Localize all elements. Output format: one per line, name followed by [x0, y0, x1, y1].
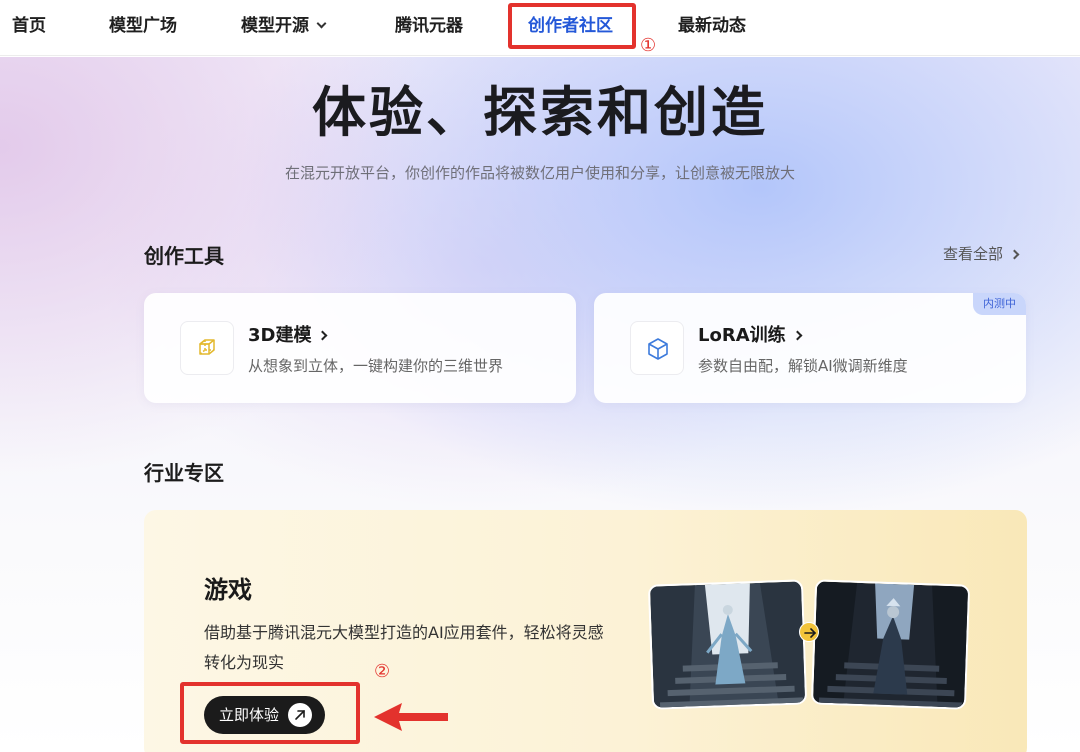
chevron-right-icon — [1009, 249, 1020, 260]
view-all-link[interactable]: 查看全部 — [943, 243, 1020, 264]
tool-title-label: LoRA训练 — [698, 325, 786, 346]
tool-title: LoRA训练 — [698, 321, 803, 347]
tool-title-label: 3D建模 — [248, 325, 312, 346]
nav-yuanqi[interactable]: 腾讯元器 — [395, 0, 463, 52]
game-title: 游戏 — [204, 576, 252, 604]
tool-card-lora-training[interactable]: LoRA训练 参数自由配，解锁AI微调新维度 内测中 — [594, 293, 1026, 403]
tool-description: 从想象到立体，一键构建你的三维世界 — [248, 357, 504, 375]
industry-section-title: 行业专区 — [144, 461, 224, 485]
tools-section-title: 创作工具 — [144, 244, 224, 268]
hero-title: 体验、探索和创造 — [312, 81, 768, 144]
top-nav: 首页 模型广场 模型开源 腾讯元器 创作者社区 最新动态 — [0, 0, 1080, 56]
arrow-right-icon — [799, 622, 819, 642]
arrow-up-right-icon — [288, 703, 312, 727]
cube-icon — [630, 321, 684, 375]
annotation-marker-1: ① — [640, 35, 657, 56]
game-description: 借助基于腾讯混元大模型打造的AI应用套件，轻松将灵感转化为现实 — [204, 623, 604, 672]
beta-badge: 内测中 — [973, 293, 1026, 315]
nav-creator-community[interactable]: 创作者社区 — [528, 0, 613, 52]
hero-subtitle: 在混元开放平台，你创作的作品将被数亿用户使用和分享，让创意被无限放大 — [284, 164, 795, 182]
cube-wireframe-icon — [180, 321, 234, 375]
view-all-label: 查看全部 — [943, 245, 1004, 263]
tool-card-3d-modeling[interactable]: 3D建模 从想象到立体，一键构建你的三维世界 — [144, 293, 576, 403]
try-now-label: 立即体验 — [219, 706, 280, 724]
nav-open-source-label: 模型开源 — [241, 16, 309, 36]
nav-model-plaza[interactable]: 模型广场 — [109, 0, 177, 52]
game-image-before — [647, 579, 808, 710]
game-image-after — [810, 579, 971, 710]
nav-open-source[interactable]: 模型开源 — [241, 0, 327, 52]
game-card: 游戏 借助基于腾讯混元大模型打造的AI应用套件，轻松将灵感转化为现实 立即体验 — [144, 510, 1027, 752]
nav-home[interactable]: 首页 — [12, 0, 46, 52]
annotation-arrow-icon — [374, 703, 448, 731]
annotation-marker-2: ② — [374, 661, 391, 682]
tool-title: 3D建模 — [248, 321, 328, 347]
tool-description: 参数自由配，解锁AI微调新维度 — [698, 357, 908, 375]
chevron-down-icon — [316, 18, 327, 29]
try-now-button[interactable]: 立即体验 — [204, 696, 325, 734]
chevron-right-icon — [318, 330, 328, 341]
chevron-right-icon — [792, 330, 803, 341]
nav-latest-news[interactable]: 最新动态 — [678, 0, 746, 52]
